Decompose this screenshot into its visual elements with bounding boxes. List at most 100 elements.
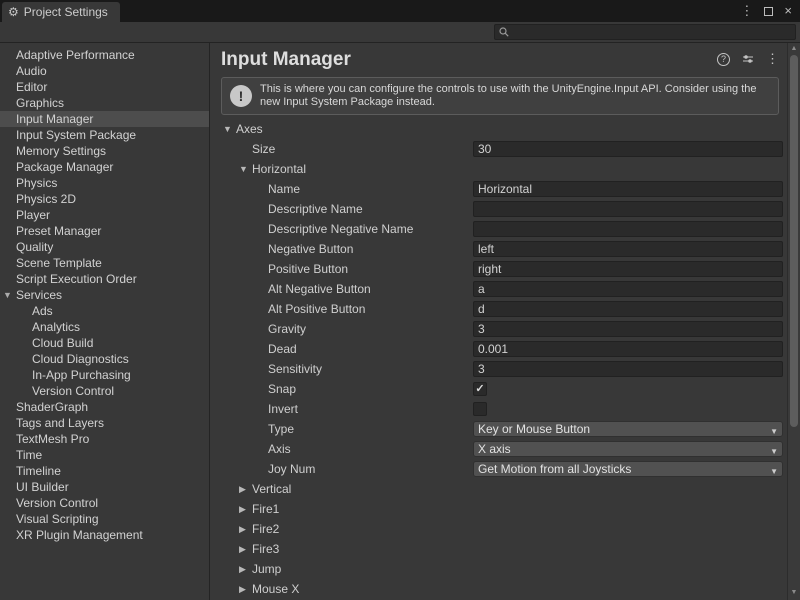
type-dropdown[interactable]: Key or Mouse Button▼ [473, 421, 783, 437]
sidebar-item-timeline[interactable]: Timeline [0, 463, 209, 479]
sidebar-item-shadergraph[interactable]: ShaderGraph [0, 399, 209, 415]
property-field-area: 30 [473, 141, 783, 157]
sidebar-item-scene-template[interactable]: Scene Template [0, 255, 209, 271]
sidebar-item-visual-scripting[interactable]: Visual Scripting [0, 511, 209, 527]
property-label-area: Joy Num [211, 462, 473, 476]
sidebar-item-cloud-diagnostics[interactable]: Cloud Diagnostics [0, 351, 209, 367]
foldout-triangle-icon[interactable]: ▶ [239, 524, 252, 535]
sensitivity-input[interactable]: 3 [473, 361, 783, 377]
property-row-positive-button: Positive Buttonright [211, 259, 787, 279]
sidebar-item-physics[interactable]: Physics [0, 175, 209, 191]
foldout-triangle-icon[interactable]: ▶ [239, 564, 252, 575]
detail-header: Input Manager ? ⋮ [211, 43, 787, 71]
property-label: Negative Button [268, 242, 353, 256]
sidebar-item-adaptive-performance[interactable]: Adaptive Performance [0, 47, 209, 63]
sidebar-item-services[interactable]: ▼Services [0, 287, 209, 303]
dead-input[interactable]: 0.001 [473, 341, 783, 357]
sidebar-item-memory-settings[interactable]: Memory Settings [0, 143, 209, 159]
sidebar-item-label: Tags and Layers [16, 416, 104, 430]
sidebar-item-label: Audio [16, 64, 47, 78]
tab-title: Project Settings [24, 5, 108, 19]
scroll-up-icon[interactable]: ▲ [788, 43, 800, 55]
property-field-area: X axis▼ [473, 441, 783, 457]
sidebar-item-label: Adaptive Performance [16, 48, 135, 62]
sidebar-item-label: Script Execution Order [16, 272, 137, 286]
sidebar-item-graphics[interactable]: Graphics [0, 95, 209, 111]
joy-num-dropdown[interactable]: Get Motion from all Joysticks▼ [473, 461, 783, 477]
foldout-triangle-icon[interactable]: ▶ [239, 484, 252, 495]
descriptive-name-input[interactable] [473, 201, 783, 217]
vertical-scrollbar[interactable]: ▲ ▼ [787, 43, 800, 600]
sidebar-item-version-control[interactable]: Version Control [0, 495, 209, 511]
property-row-jump: ▶Jump [211, 559, 787, 579]
sidebar-item-in-app-purchasing[interactable]: In-App Purchasing [0, 367, 209, 383]
property-label-area: ▶Vertical [211, 482, 473, 496]
property-row-axes: ▼Axes [211, 119, 787, 139]
sidebar-item-ui-builder[interactable]: UI Builder [0, 479, 209, 495]
sidebar-item-script-execution-order[interactable]: Script Execution Order [0, 271, 209, 287]
property-label: Vertical [252, 482, 291, 496]
axis-dropdown[interactable]: X axis▼ [473, 441, 783, 457]
descriptive-negative-name-input[interactable] [473, 221, 783, 237]
sidebar-item-label: Ads [32, 304, 53, 318]
sidebar-item-input-system-package[interactable]: Input System Package [0, 127, 209, 143]
property-field-area: right [473, 261, 783, 277]
foldout-triangle-icon[interactable]: ▼ [223, 124, 236, 134]
sidebar-item-time[interactable]: Time [0, 447, 209, 463]
property-field-area: ✓ [473, 382, 783, 396]
property-field-area: 0.001 [473, 341, 783, 357]
gravity-input[interactable]: 3 [473, 321, 783, 337]
snap-checkbox[interactable]: ✓ [473, 382, 487, 396]
property-label-area: Alt Positive Button [211, 302, 473, 316]
foldout-triangle-icon[interactable]: ▶ [239, 504, 252, 515]
size-input[interactable]: 30 [473, 141, 783, 157]
search-field[interactable] [494, 24, 796, 40]
positive-button-input[interactable]: right [473, 261, 783, 277]
property-row-size: Size30 [211, 139, 787, 159]
help-icon[interactable]: ? [717, 53, 730, 66]
foldout-triangle-icon[interactable]: ▼ [3, 287, 12, 303]
foldout-triangle-icon[interactable]: ▶ [239, 584, 252, 595]
project-settings-tab[interactable]: ⚙ Project Settings [2, 2, 120, 22]
invert-checkbox[interactable] [473, 402, 487, 416]
sidebar-item-physics-2d[interactable]: Physics 2D [0, 191, 209, 207]
negative-button-input[interactable]: left [473, 241, 783, 257]
sidebar-item-ads[interactable]: Ads [0, 303, 209, 319]
sidebar-item-cloud-build[interactable]: Cloud Build [0, 335, 209, 351]
foldout-triangle-icon[interactable]: ▶ [239, 544, 252, 555]
sidebar-item-xr-plugin-management[interactable]: XR Plugin Management [0, 527, 209, 543]
alt-negative-button-input[interactable]: a [473, 281, 783, 297]
sidebar-item-preset-manager[interactable]: Preset Manager [0, 223, 209, 239]
property-row-fire3: ▶Fire3 [211, 539, 787, 559]
property-label-area: Invert [211, 402, 473, 416]
sidebar-item-input-manager[interactable]: Input Manager [0, 111, 209, 127]
sidebar-item-textmesh-pro[interactable]: TextMesh Pro [0, 431, 209, 447]
scroll-down-icon[interactable]: ▼ [788, 587, 800, 599]
sidebar-item-quality[interactable]: Quality [0, 239, 209, 255]
sidebar-item-player[interactable]: Player [0, 207, 209, 223]
sidebar-item-editor[interactable]: Editor [0, 79, 209, 95]
sidebar-item-label: UI Builder [16, 480, 69, 494]
maximize-icon[interactable] [764, 7, 773, 16]
property-label-area: Name [211, 182, 473, 196]
sidebar-item-label: Preset Manager [16, 224, 101, 238]
foldout-triangle-icon[interactable]: ▼ [239, 164, 252, 174]
scrollbar-thumb[interactable] [790, 55, 798, 427]
alt-positive-button-input[interactable]: d [473, 301, 783, 317]
sidebar-item-label: TextMesh Pro [16, 432, 89, 446]
preset-icon[interactable] [742, 53, 754, 65]
context-menu-icon[interactable]: ⋮ [766, 51, 779, 67]
window-menu-icon[interactable]: ⋮ [740, 0, 753, 22]
sidebar-item-tags-and-layers[interactable]: Tags and Layers [0, 415, 209, 431]
settings-category-list: Adaptive PerformanceAudioEditorGraphicsI… [0, 43, 210, 600]
sidebar-item-version-control[interactable]: Version Control [0, 383, 209, 399]
sidebar-item-audio[interactable]: Audio [0, 63, 209, 79]
sidebar-item-label: XR Plugin Management [16, 528, 143, 542]
sidebar-item-package-manager[interactable]: Package Manager [0, 159, 209, 175]
search-input[interactable] [513, 26, 791, 38]
property-field-area [473, 402, 783, 416]
sidebar-item-analytics[interactable]: Analytics [0, 319, 209, 335]
close-icon[interactable]: × [784, 0, 792, 22]
property-field-area: 3 [473, 321, 783, 337]
name-input[interactable]: Horizontal [473, 181, 783, 197]
